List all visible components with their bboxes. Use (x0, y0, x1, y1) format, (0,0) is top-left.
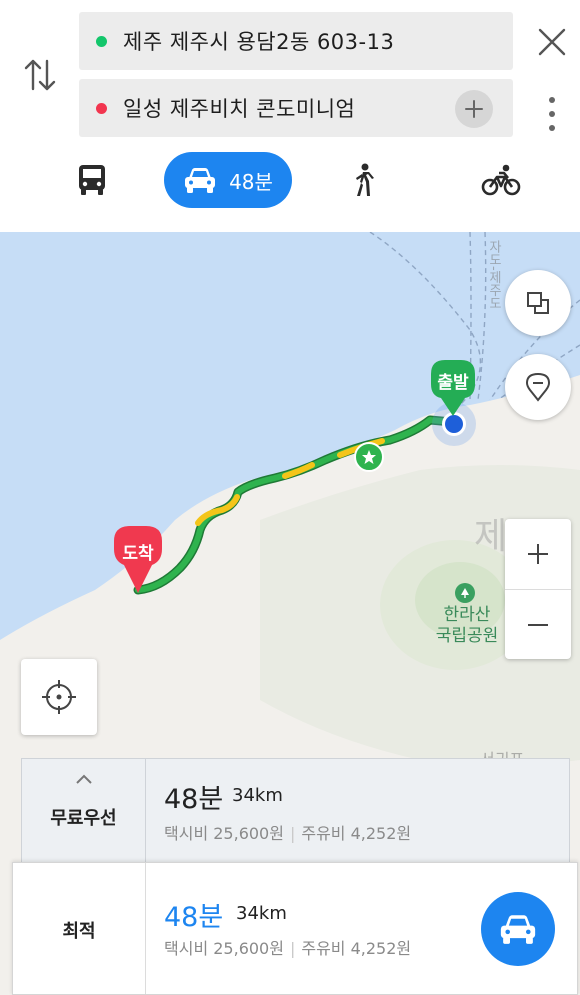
location-pin-icon (526, 372, 550, 402)
route-fare-line: 택시비 25,600원 | 주유비 4,252원 (164, 820, 411, 844)
route-distance: 34km (232, 785, 283, 806)
more-options-button[interactable] (540, 92, 564, 136)
start-pin-label: 출발 (437, 373, 469, 393)
destination-dot-icon (96, 102, 107, 114)
zoom-out-button[interactable] (505, 590, 571, 660)
close-icon (538, 28, 566, 56)
taxi-fare: 택시비 25,600원 (164, 824, 284, 843)
bike-icon (481, 164, 521, 196)
origin-dot-icon (96, 35, 107, 47)
route-fare-line: 택시비 25,600원 | 주유비 4,252원 (164, 935, 411, 959)
mode-walk-tab[interactable] (336, 152, 392, 208)
route-option-best[interactable]: 최적 48분 34km 택시비 25,600원 | 주유비 4,252원 (12, 862, 578, 995)
zoom-in-button[interactable] (505, 519, 571, 589)
route-option-free-tab[interactable]: 무료우선 (22, 759, 146, 863)
taxi-fare: 택시비 25,600원 (164, 939, 284, 958)
plus-icon (528, 544, 548, 564)
my-location-button[interactable] (21, 659, 97, 735)
mode-car-tab[interactable]: 48분 (164, 152, 292, 208)
route-option-best-tab[interactable]: 최적 (13, 863, 146, 994)
destination-text: 일성 제주비치 콘도미니엄 (123, 97, 356, 121)
chevron-up-icon[interactable] (74, 773, 94, 785)
minus-icon (528, 624, 548, 626)
route-time: 48분 (164, 784, 224, 815)
route-option-free[interactable]: 무료우선 48분 34km 택시비 25,600원 | 주유비 4,252원 (21, 758, 570, 864)
route-distance: 34km (236, 903, 287, 924)
start-navigation-button[interactable] (481, 892, 555, 966)
car-icon (185, 168, 216, 193)
fare-separator: | (289, 824, 296, 843)
origin-field[interactable]: 제주 제주시 용담2동 603-13 (79, 12, 513, 70)
route-option-label: 무료우선 (50, 808, 117, 829)
swap-vertical-icon[interactable] (22, 55, 58, 95)
add-waypoint-button[interactable] (455, 90, 493, 128)
layers-button[interactable] (505, 270, 571, 336)
route-time: 48분 (164, 902, 224, 933)
car-icon (500, 915, 536, 944)
mode-bike-tab[interactable] (470, 152, 532, 208)
star-waypoint-icon[interactable] (354, 442, 384, 472)
end-pin-label: 도착 (122, 544, 154, 564)
zoom-control (505, 519, 571, 659)
route-search-panel: 제주 제주시 용담2동 603-13 일성 제주비치 콘도미니엄 48분 (0, 0, 580, 232)
route-option-label: 최적 (62, 921, 96, 942)
car-time-label: 48분 (229, 169, 273, 194)
walk-icon (356, 163, 374, 196)
fare-separator: | (289, 939, 296, 958)
mode-bus-tab[interactable] (62, 152, 122, 208)
layers-icon (527, 292, 549, 314)
crosshair-icon (42, 680, 76, 714)
waypoint-pin-button[interactable] (505, 354, 571, 420)
fuel-cost: 주유비 4,252원 (301, 939, 412, 958)
bus-icon (79, 165, 105, 195)
fuel-cost: 주유비 4,252원 (301, 824, 412, 843)
close-button[interactable] (532, 22, 572, 62)
destination-field[interactable]: 일성 제주비치 콘도미니엄 (79, 79, 513, 137)
origin-text: 제주 제주시 용담2동 603-13 (123, 30, 395, 54)
more-vertical-icon (549, 97, 555, 131)
plus-icon (465, 100, 483, 118)
